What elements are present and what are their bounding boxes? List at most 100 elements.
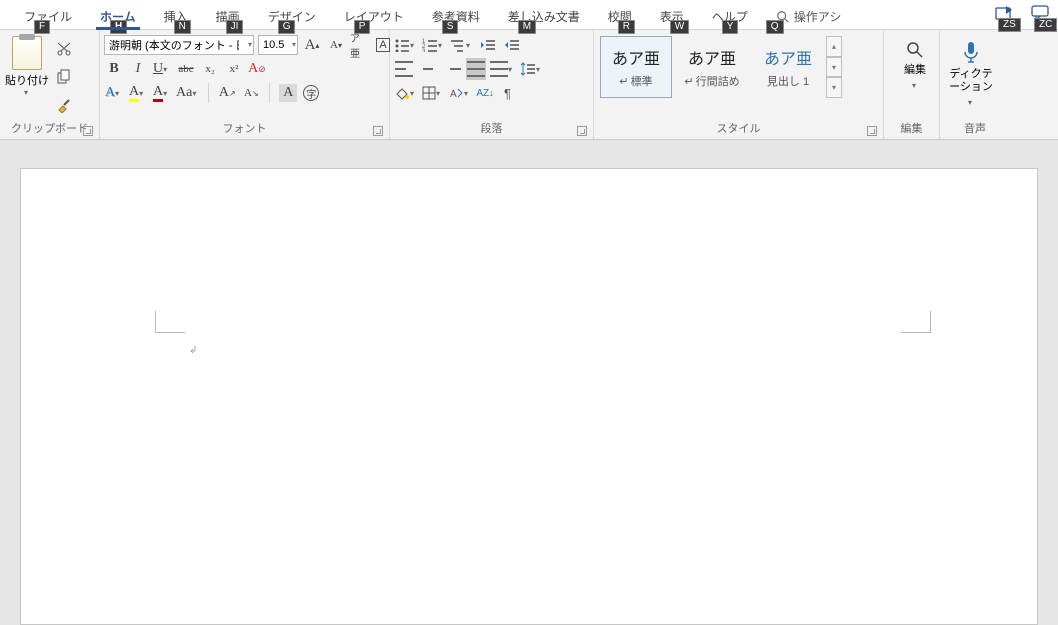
line-spacing-icon (520, 62, 536, 76)
numbering-icon: 123 (422, 38, 438, 52)
dialog-launcher-clipboard[interactable] (83, 126, 93, 136)
strikethrough-button[interactable]: abc (176, 58, 196, 80)
group-paragraph: ▾ 123▾ ▾ ▾ ▾ ▾ ▾ A▾ AZ↓ ¶ 段落 (390, 30, 594, 139)
gallery-more-button[interactable]: ▾ (826, 77, 842, 98)
editing-button[interactable]: 編集 ▾ (888, 32, 942, 90)
sort-button[interactable]: AZ↓ (476, 82, 496, 104)
pilcrow-icon: ¶ (503, 86, 517, 100)
copy-button[interactable] (54, 66, 74, 88)
gallery-down-button[interactable]: ▾ (826, 57, 842, 78)
superscript-button[interactable]: x² (224, 58, 244, 80)
margin-corner-top-left (155, 311, 185, 333)
numbering-button[interactable]: 123▾ (422, 34, 446, 56)
group-voice: ディクテーション ▾ 音声 (940, 30, 1010, 139)
decrease-indent-button[interactable] (478, 34, 498, 56)
text-direction-icon: A (448, 86, 464, 100)
char-scale-up-button[interactable]: A↗ (217, 82, 237, 104)
group-label-clipboard: クリップボード (11, 123, 88, 135)
cut-button[interactable] (54, 38, 74, 60)
chevron-down-icon[interactable]: ▾ (292, 40, 296, 49)
font-color-button[interactable]: A▾ (152, 82, 172, 104)
italic-button[interactable]: I (128, 58, 148, 80)
shrink-font-button[interactable]: A▾ (326, 34, 346, 56)
format-painter-button[interactable] (54, 94, 74, 116)
ribbon-tabs: ファイルF ホームH 挿入N 描画JI デザインG レイアウトP 参考資料S 差… (0, 0, 1058, 30)
group-font: ▾ ▾ A▴ A▾ ア亜 A B I U▾ abc x₂ x² A⊘ A▾ A▾… (100, 30, 390, 139)
microphone-icon (961, 40, 981, 64)
tab-home[interactable]: ホームH (86, 2, 150, 29)
clipboard-icon (12, 36, 42, 70)
underline-button[interactable]: U▾ (152, 58, 172, 80)
document-page[interactable]: ↲ (20, 168, 1038, 625)
title-bar-buttons: ZS ZC (994, 0, 1058, 24)
chevron-down-icon[interactable]: ▾ (248, 40, 252, 49)
character-shading-button[interactable]: A (278, 82, 298, 104)
line-spacing-button[interactable]: ▾ (520, 58, 544, 80)
multilevel-icon (450, 38, 466, 52)
font-name-combo[interactable] (104, 35, 254, 55)
tab-draw[interactable]: 描画JI (202, 2, 254, 29)
multilevel-list-button[interactable]: ▾ (450, 34, 474, 56)
tab-layout[interactable]: レイアウトP (330, 2, 418, 29)
phonetic-guide-button[interactable]: ア亜 (350, 34, 370, 56)
gallery-up-button[interactable]: ▴ (826, 36, 842, 57)
dictate-button[interactable]: ディクテーション ▾ (944, 32, 998, 107)
group-label-paragraph: 段落 (481, 123, 503, 135)
bullets-button[interactable]: ▾ (394, 34, 418, 56)
enclose-char-button[interactable]: 字 (302, 82, 322, 104)
chevron-down-icon: ▾ (912, 81, 918, 90)
dialog-launcher-font[interactable] (373, 126, 383, 136)
dialog-launcher-paragraph[interactable] (577, 126, 587, 136)
clear-formatting-button[interactable]: A⊘ (248, 58, 268, 80)
align-right-button[interactable] (442, 58, 462, 80)
borders-icon (422, 86, 436, 100)
grow-font-button[interactable]: A▴ (302, 34, 322, 56)
tab-view[interactable]: 表示W (646, 2, 698, 29)
group-label-editing: 編集 (901, 123, 923, 135)
tab-design[interactable]: デザインG (254, 2, 330, 29)
style-normal[interactable]: あア亜 ↵標準 (600, 36, 672, 98)
subscript-button[interactable]: x₂ (200, 58, 220, 80)
chevron-down-icon: ▾ (968, 98, 974, 107)
tab-mailings[interactable]: 差し込み文書M (494, 2, 594, 29)
indent-icon (504, 38, 520, 52)
group-clipboard: 貼り付け ▾ クリップボード (0, 30, 100, 139)
asian-layout-button[interactable]: A▾ (448, 82, 472, 104)
paste-button[interactable]: 貼り付け ▾ (4, 36, 50, 97)
bold-button[interactable]: B (104, 58, 124, 80)
svg-text:A: A (450, 89, 457, 100)
share-button[interactable]: ZS (994, 4, 1016, 24)
text-effects-button[interactable]: A▾ (104, 82, 124, 104)
style-no-spacing[interactable]: あア亜 ↵行間詰め (676, 36, 748, 98)
group-label-voice: 音声 (964, 123, 986, 135)
borders-button[interactable]: ▾ (422, 82, 444, 104)
tab-review[interactable]: 校閲R (594, 2, 646, 29)
copy-icon (56, 69, 72, 85)
outdent-icon (480, 38, 496, 52)
highlight-button[interactable]: A▾ (128, 82, 148, 104)
tab-insert[interactable]: 挿入N (150, 2, 202, 29)
increase-indent-button[interactable] (502, 34, 522, 56)
tab-help[interactable]: ヘルプY (698, 2, 762, 29)
tell-me-search[interactable]: 操作アシ Q (762, 2, 856, 29)
dialog-launcher-styles[interactable] (867, 126, 877, 136)
char-scale-down-button[interactable]: A↘ (241, 82, 261, 104)
paragraph-mark: ↲ (189, 345, 197, 356)
chevron-down-icon: ▾ (24, 88, 30, 97)
show-marks-button[interactable]: ¶ (500, 82, 520, 104)
tab-references[interactable]: 参考資料S (418, 2, 494, 29)
style-heading-1[interactable]: あア亜 見出し 1 (752, 36, 824, 98)
tab-file[interactable]: ファイルF (10, 2, 86, 29)
align-center-button[interactable] (418, 58, 438, 80)
shading-button[interactable]: ▾ (394, 82, 418, 104)
comments-button[interactable]: ZC (1030, 4, 1052, 24)
group-label-styles: スタイル (717, 123, 761, 135)
brush-icon (56, 97, 72, 113)
group-label-font: フォント (223, 123, 267, 135)
change-case-button[interactable]: Aa▾ (176, 82, 200, 104)
ribbon: 貼り付け ▾ クリップボード ▾ ▾ A▴ A▾ ア亜 A B I (0, 30, 1058, 140)
justify-button[interactable] (466, 58, 486, 80)
style-gallery-scroll: ▴ ▾ ▾ (826, 36, 842, 98)
align-left-button[interactable] (394, 58, 414, 80)
distributed-button[interactable]: ▾ (490, 58, 516, 80)
